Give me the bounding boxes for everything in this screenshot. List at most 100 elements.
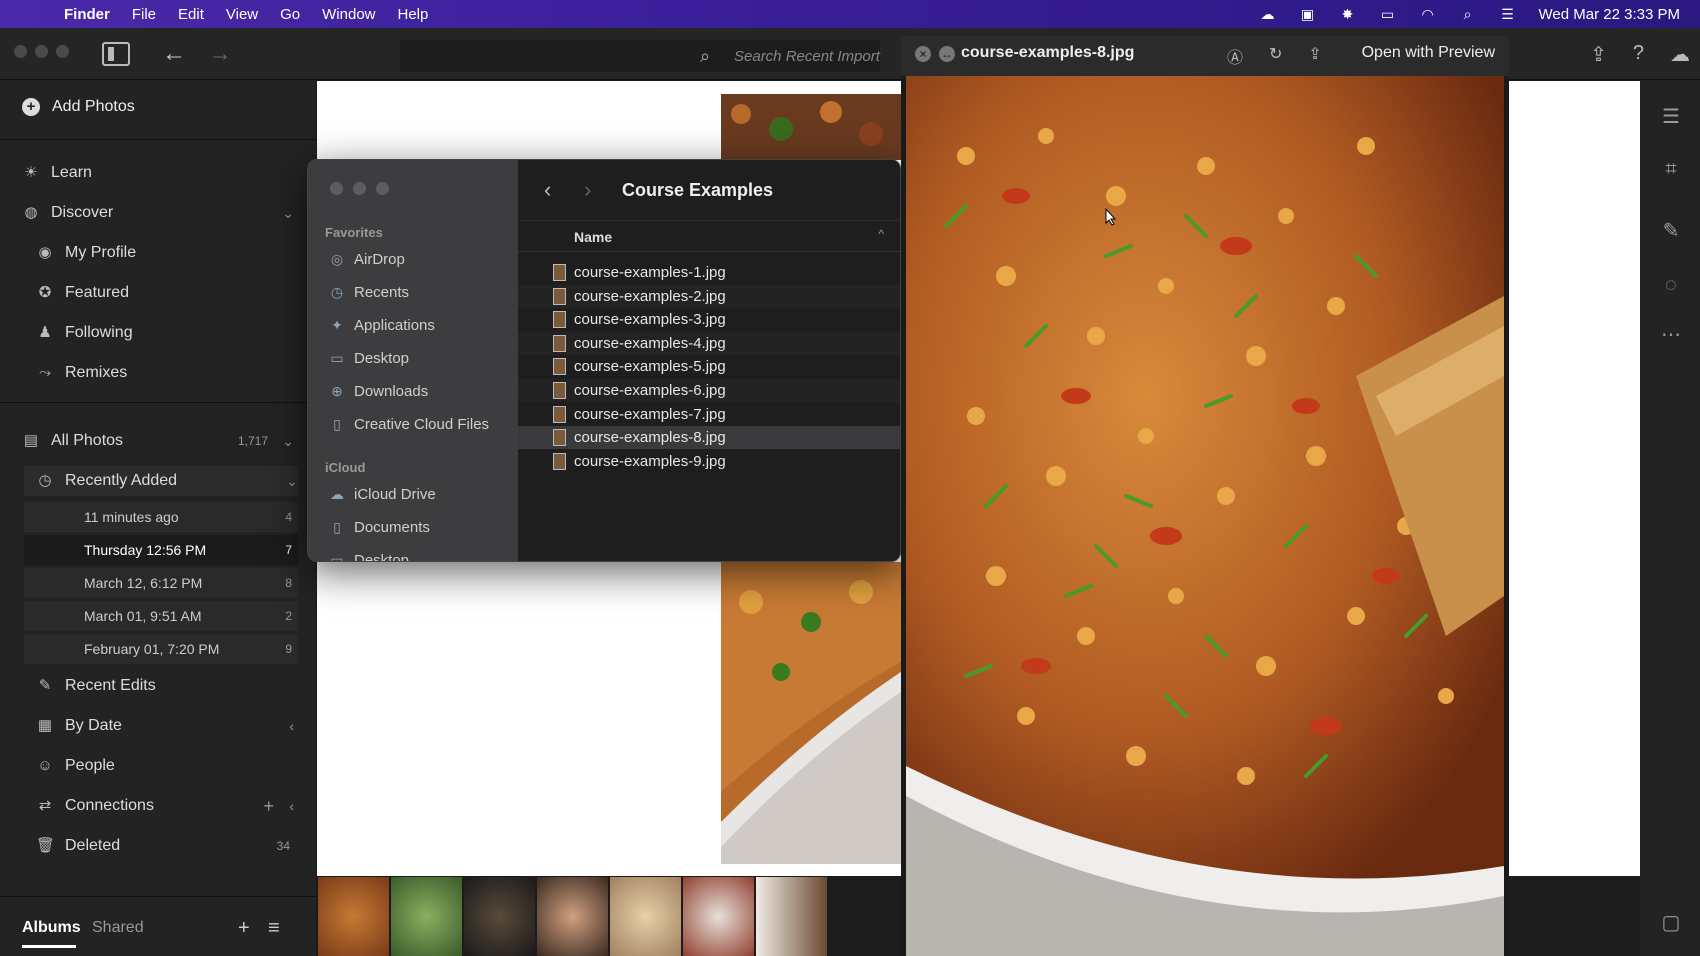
- chevron-down-icon[interactable]: ⌄: [282, 205, 294, 222]
- chevron-down-icon[interactable]: ⌄: [286, 473, 298, 490]
- file-row[interactable]: course-examples-3.jpg: [518, 308, 900, 331]
- sidebar-desktop[interactable]: ▭ Desktop: [328, 347, 409, 369]
- back-chevron-icon[interactable]: ‹: [544, 177, 551, 203]
- thumbnail[interactable]: [756, 877, 827, 956]
- battery-icon[interactable]: ▭: [1379, 6, 1397, 22]
- sidebar-documents[interactable]: ▯ Documents: [328, 516, 430, 538]
- wifi-icon[interactable]: ◠: [1419, 6, 1437, 22]
- help-icon[interactable]: ?: [1633, 42, 1644, 67]
- sidebar-applications[interactable]: ✦ Applications: [328, 314, 435, 336]
- sidebar-downloads[interactable]: ⊕ Downloads: [328, 380, 428, 402]
- menubar-clock[interactable]: Wed Mar 22 3:33 PM: [1539, 6, 1680, 23]
- thumbnail[interactable]: [318, 877, 389, 956]
- more-options-icon[interactable]: ⋯: [1660, 322, 1682, 346]
- sidebar-item-all-photos[interactable]: ▤ All Photos 1,717 ⌄: [0, 426, 316, 456]
- sidebar-airdrop[interactable]: ◎ AirDrop: [328, 248, 405, 270]
- close-icon[interactable]: ×: [915, 46, 931, 62]
- masking-icon[interactable]: ◌: [1660, 274, 1682, 296]
- sidebar-item-recently-added[interactable]: ◷ Recently Added ⌄: [24, 466, 298, 496]
- healing-brush-icon[interactable]: ✎: [1660, 218, 1682, 242]
- file-row-selected[interactable]: course-examples-8.jpg: [518, 426, 900, 450]
- adjust-sliders-icon[interactable]: ☰: [1660, 104, 1682, 128]
- sort-caret-icon[interactable]: ^: [878, 227, 884, 241]
- sidebar-item-learn[interactable]: ☀ Learn: [0, 158, 316, 188]
- sidebar-subitem[interactable]: February 01, 7:20 PM 9: [24, 634, 298, 664]
- sidebar-subitem[interactable]: 11 minutes ago 4: [24, 502, 298, 532]
- sidebar-subitem-selected[interactable]: Thursday 12:56 PM 7: [24, 535, 298, 565]
- chevron-down-icon[interactable]: ⌄: [282, 433, 294, 450]
- app-status-icon[interactable]: ▣: [1299, 6, 1317, 22]
- forward-chevron-icon[interactable]: ›: [584, 177, 591, 203]
- finder-close-button[interactable]: [330, 182, 343, 195]
- thumbnail[interactable]: [537, 877, 608, 956]
- menu-file[interactable]: File: [132, 6, 156, 23]
- menu-view[interactable]: View: [226, 6, 258, 23]
- menu-window[interactable]: Window: [322, 6, 375, 23]
- sidebar-item-remixes[interactable]: ⤳ Remixes: [0, 358, 316, 388]
- name-column-header[interactable]: Name: [574, 229, 612, 245]
- column-header[interactable]: Name ^: [518, 220, 900, 252]
- share-icon[interactable]: ⇪: [1590, 42, 1607, 67]
- creative-cloud-icon[interactable]: ☁: [1259, 6, 1277, 22]
- share-icon[interactable]: ⇪: [1308, 44, 1321, 68]
- file-row[interactable]: course-examples-7.jpg: [518, 403, 900, 426]
- sidebar-item-discover[interactable]: ◍ Discover ⌄: [0, 198, 316, 228]
- minimize-button[interactable]: [35, 45, 48, 58]
- sidebar-item-deleted[interactable]: 🗑 Deleted 34: [0, 831, 316, 861]
- sidebar-subitem[interactable]: March 12, 6:12 PM 8: [24, 568, 298, 598]
- file-row[interactable]: course-examples-9.jpg: [518, 450, 900, 473]
- menu-edit[interactable]: Edit: [178, 6, 204, 23]
- thumbnail[interactable]: [391, 877, 462, 956]
- tab-albums[interactable]: Albums: [22, 919, 81, 948]
- control-center-icon[interactable]: ☰: [1499, 6, 1517, 22]
- sidebar-item-featured[interactable]: ✪ Featured: [0, 278, 316, 308]
- open-with-preview-button[interactable]: Open with Preview: [1362, 44, 1495, 62]
- fullscreen-icon[interactable]: ↔: [939, 46, 955, 62]
- finder-zoom-button[interactable]: [376, 182, 389, 195]
- comment-icon[interactable]: ▢: [1660, 910, 1682, 934]
- thumbnail[interactable]: [829, 877, 900, 956]
- markup-icon[interactable]: Ⓐ: [1227, 44, 1243, 68]
- sidebar-icloud-drive[interactable]: ☁ iCloud Drive: [328, 483, 436, 505]
- sidebar-icloud-desktop[interactable]: ▭ Desktop: [328, 549, 409, 562]
- file-row[interactable]: course-examples-6.jpg: [518, 379, 900, 402]
- file-row[interactable]: course-examples-4.jpg: [518, 331, 900, 355]
- sidebar-recents[interactable]: ◷ Recents: [328, 281, 409, 303]
- menu-finder[interactable]: Finder: [64, 6, 110, 23]
- thumbnail[interactable]: [464, 877, 535, 956]
- sort-icon[interactable]: ≡: [268, 917, 280, 940]
- rotate-icon[interactable]: ↻: [1269, 44, 1282, 68]
- back-arrow-icon[interactable]: ←: [162, 40, 186, 68]
- menu-help[interactable]: Help: [398, 6, 429, 23]
- sidebar-item-recent-edits[interactable]: ✎ Recent Edits: [0, 671, 316, 701]
- add-album-icon[interactable]: +: [238, 917, 250, 940]
- brightness-icon[interactable]: ✸: [1339, 6, 1357, 22]
- sidebar-item-by-date[interactable]: ▦ By Date ‹: [0, 711, 316, 741]
- sidebar-item-my-profile[interactable]: ◉ My Profile: [0, 238, 316, 268]
- cloud-sync-icon[interactable]: ☁: [1670, 42, 1690, 67]
- sidebar-item-people[interactable]: ☺ People: [0, 751, 316, 781]
- sidebar-item-following[interactable]: ♟ Following: [0, 318, 316, 348]
- zoom-button[interactable]: [56, 45, 69, 58]
- chevron-left-icon[interactable]: ‹: [289, 798, 294, 814]
- add-photos-button[interactable]: + Add Photos: [22, 98, 135, 116]
- panel-toggle-icon[interactable]: [102, 42, 130, 66]
- chevron-left-icon[interactable]: ‹: [289, 718, 294, 734]
- finder-minimize-button[interactable]: [353, 182, 366, 195]
- add-connection-icon[interactable]: +: [263, 796, 274, 817]
- file-row[interactable]: course-examples-1.jpg: [518, 261, 900, 284]
- file-row[interactable]: course-examples-5.jpg: [518, 355, 900, 378]
- file-row[interactable]: course-examples-2.jpg: [518, 284, 900, 308]
- sidebar-item-connections[interactable]: ⇄ Connections + ‹: [0, 791, 316, 821]
- menu-go[interactable]: Go: [280, 6, 300, 23]
- thumbnail[interactable]: [683, 877, 754, 956]
- sidebar-subitem[interactable]: March 01, 9:51 AM 2: [24, 601, 298, 631]
- thumbnail[interactable]: [610, 877, 681, 956]
- sidebar-creative-cloud[interactable]: ▯ Creative Cloud Files: [328, 413, 489, 435]
- search-field[interactable]: ⌕ Search Recent Import: [400, 40, 880, 72]
- forward-arrow-icon[interactable]: →: [208, 40, 232, 68]
- close-button[interactable]: [14, 45, 27, 58]
- crop-icon[interactable]: ⌗: [1660, 158, 1682, 180]
- tab-shared[interactable]: Shared: [92, 919, 144, 937]
- spotlight-icon[interactable]: ⌕: [1459, 6, 1477, 22]
